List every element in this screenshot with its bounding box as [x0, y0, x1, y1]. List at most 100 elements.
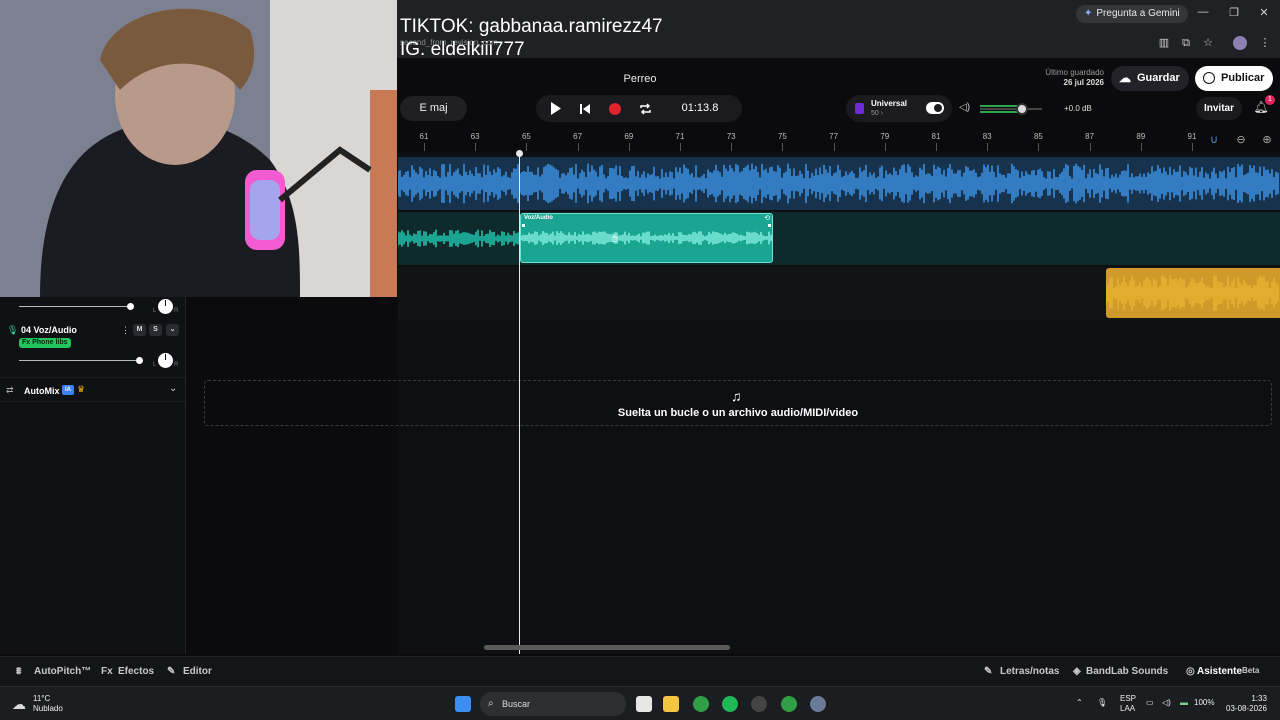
waveform-track-3: [1106, 275, 1279, 311]
autopitch-button[interactable]: AutoPitch™: [34, 666, 91, 677]
chrome-icon[interactable]: [693, 696, 709, 712]
tray-mic-icon[interactable]: 🎙︎: [1097, 698, 1107, 707]
save-button[interactable]: ☁ Guardar: [1111, 66, 1189, 91]
track4-volume-thumb[interactable]: [136, 357, 143, 364]
timeline-ruler[interactable]: ∪ ⊖ ⊕ 61 63 65 67 69 71 73 75 77 79 81 83 85 87 89 91: [398, 128, 1280, 152]
zoom-in-icon[interactable]: ⊕: [1260, 133, 1274, 146]
settings-icon[interactable]: [810, 696, 826, 712]
mic-icon: 🎙︎: [7, 325, 19, 335]
webcam-image: [0, 0, 397, 297]
publish-label: Publicar: [1221, 72, 1265, 84]
play-button[interactable]: [542, 95, 570, 122]
network-icon[interactable]: ▭: [1146, 698, 1154, 707]
zoom-out-icon[interactable]: ⊖: [1234, 133, 1248, 146]
waveform-track-2[interactable]: [398, 212, 520, 265]
gemini-button[interactable]: ✦ Pregunta a Gemini: [1076, 5, 1188, 23]
globe-icon: [1203, 72, 1215, 84]
solo-button[interactable]: S: [149, 324, 162, 336]
weather-text: Nublado: [33, 704, 63, 713]
last-saved: Último guardado 26 jul 2026: [1045, 68, 1104, 88]
app-icon-1[interactable]: [751, 696, 767, 712]
profile-icon[interactable]: [1233, 36, 1247, 50]
install-icon[interactable]: ⧉: [1179, 36, 1193, 50]
automix-icon: ⇄: [6, 385, 14, 395]
search-icon: ⌕: [488, 698, 494, 709]
fx-badge[interactable]: Fx Phone libs: [19, 338, 71, 348]
universal-sub: 50 ›: [871, 110, 884, 117]
universal-toggle[interactable]: [926, 102, 944, 114]
record-button[interactable]: [601, 95, 629, 122]
minimize-icon[interactable]: —: [1196, 6, 1210, 18]
transport-controls: 01:13.8: [536, 95, 742, 122]
tray-chevron-icon[interactable]: ⌃: [1076, 698, 1083, 707]
track4-pan-knob[interactable]: [158, 353, 173, 368]
task-view-icon[interactable]: [636, 696, 652, 712]
audio-region-gold[interactable]: [1106, 268, 1280, 318]
ruler-tick: [526, 143, 528, 151]
volume-icon[interactable]: ◁): [959, 102, 970, 113]
file-explorer-icon[interactable]: [663, 696, 679, 712]
battery-icon[interactable]: ▬: [1180, 698, 1188, 707]
selected-audio-region[interactable]: Voz/Audio ⟲ ✋︎: [520, 213, 773, 263]
speaker-icon[interactable]: ◁): [1162, 698, 1171, 707]
drop-zone[interactable]: ♫ Suelta un bucle o un archivo audio/MID…: [204, 380, 1272, 426]
chrome-icon-2[interactable]: [781, 696, 797, 712]
spotify-icon[interactable]: [722, 696, 738, 712]
automix-row[interactable]: ⇄ AutoMix IA ♛ ⌄: [0, 377, 186, 402]
ruler-tick: [1192, 143, 1193, 151]
playhead-handle[interactable]: [516, 150, 523, 157]
track-options-icon[interactable]: ⋮: [121, 325, 130, 336]
temperature: 11°C: [33, 694, 51, 703]
sidebar-icon[interactable]: ▥: [1157, 36, 1171, 50]
invite-button[interactable]: Invitar: [1196, 97, 1242, 120]
bandlab-sounds-button[interactable]: BandLab Sounds: [1086, 666, 1168, 677]
track-lane-1[interactable]: [398, 157, 1280, 210]
language-indicator[interactable]: ESP LAA: [1120, 694, 1136, 714]
effects-button[interactable]: Efectos: [118, 666, 154, 677]
lyrics-button[interactable]: Letras/notas: [1000, 666, 1059, 677]
weather-icon[interactable]: ☁: [12, 696, 26, 713]
record-icon: [609, 102, 621, 115]
ruler-tick: [1038, 143, 1040, 151]
clock[interactable]: 1:33 03-08-2026: [1226, 694, 1267, 714]
windows-taskbar: ☁ 11°C Nublado ⌕ Buscar ⌃ 🎙︎ ESP LAA ▭ ◁…: [0, 686, 1280, 720]
mute-button[interactable]: M: [133, 324, 146, 336]
crown-icon: ♛: [77, 384, 86, 394]
volume-slider[interactable]: [980, 103, 1042, 115]
taskbar-search[interactable]: ⌕ Buscar: [480, 692, 626, 716]
track3-volume-thumb[interactable]: [127, 303, 134, 310]
close-icon[interactable]: ✕: [1257, 6, 1271, 19]
chevron-down-icon[interactable]: ⌄: [166, 324, 179, 336]
track3-pan-knob[interactable]: [158, 299, 173, 314]
restore-icon[interactable]: ❐: [1227, 6, 1241, 19]
magnet-icon[interactable]: ∪: [1207, 133, 1221, 146]
loop-button[interactable]: [631, 95, 659, 122]
fx-icon: Fx: [101, 666, 113, 677]
bookmark-star-icon[interactable]: ☆: [1201, 36, 1215, 50]
track4-volume-slider[interactable]: [19, 360, 141, 361]
track-lane-4[interactable]: [398, 322, 1280, 374]
publish-button[interactable]: Publicar: [1195, 66, 1273, 91]
universal-pill[interactable]: Universal 50 ›: [846, 95, 952, 122]
track3-volume-slider[interactable]: [19, 306, 131, 307]
waveform-track-1[interactable]: [398, 157, 1280, 210]
editor-button[interactable]: Editor: [183, 666, 212, 677]
menu-icon[interactable]: ⋮: [1258, 36, 1272, 50]
track-name[interactable]: 04 Voz/Audio: [21, 325, 77, 335]
ruler-bar-69: 69: [624, 132, 634, 141]
screen: { "browser": { "gemini_label": "Pregunta…: [0, 0, 1280, 720]
universal-label: Universal: [871, 99, 908, 108]
automix-chevron-icon[interactable]: ⌄: [169, 383, 177, 394]
horizontal-scrollbar[interactable]: [484, 645, 730, 650]
hand-cursor-icon: ✋︎: [612, 234, 618, 245]
key-selector[interactable]: E maj: [400, 96, 467, 121]
weather-widget[interactable]: 11°C Nublado: [33, 694, 63, 714]
rewind-button[interactable]: [571, 95, 599, 122]
playhead[interactable]: [519, 152, 520, 654]
volume-meter-2: [980, 111, 1020, 113]
windows-start-icon[interactable]: [455, 696, 471, 712]
assistant-button[interactable]: Asistente: [1197, 666, 1242, 677]
volume-thumb[interactable]: [1016, 103, 1028, 115]
ruler-bar-83: 83: [982, 132, 992, 141]
overlay-ig: IG. eldelkiii777: [400, 39, 525, 60]
